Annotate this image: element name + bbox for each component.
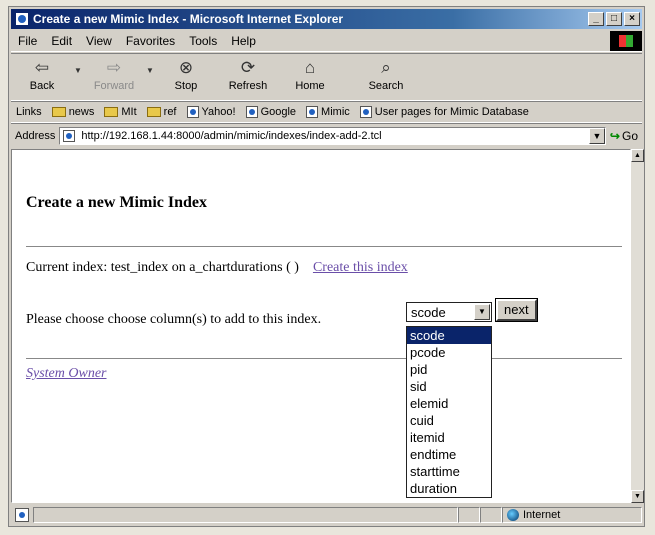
stop-icon: ⊗ bbox=[178, 58, 194, 77]
link-ref[interactable]: ref bbox=[142, 106, 182, 118]
column-option[interactable]: cuid bbox=[407, 412, 491, 429]
menu-bar: File Edit View Favorites Tools Help bbox=[11, 31, 642, 52]
address-url[interactable]: http://192.168.1.44:8000/admin/mimic/ind… bbox=[78, 130, 589, 142]
next-button[interactable]: next bbox=[495, 298, 538, 322]
current-index-line: Current index: test_index on a_chartdura… bbox=[26, 260, 408, 276]
page-icon bbox=[359, 106, 372, 118]
back-arrow-icon: ⇦ bbox=[34, 58, 50, 77]
back-dropdown-icon[interactable]: ▼ bbox=[73, 66, 83, 75]
menu-edit[interactable]: Edit bbox=[44, 34, 79, 48]
link-yahoo[interactable]: Yahoo! bbox=[182, 106, 241, 118]
column-option[interactable]: endtime bbox=[407, 446, 491, 463]
page-title: Create a new Mimic Index bbox=[26, 194, 207, 211]
back-button[interactable]: ⇦ Back bbox=[11, 54, 73, 98]
maximize-button[interactable]: □ bbox=[606, 12, 622, 26]
page-icon bbox=[306, 106, 319, 118]
page-icon bbox=[245, 106, 258, 118]
folder-icon bbox=[146, 107, 161, 117]
menu-file[interactable]: File bbox=[11, 34, 44, 48]
globe-icon bbox=[507, 509, 519, 521]
address-input[interactable]: http://192.168.1.44:8000/admin/mimic/ind… bbox=[59, 127, 606, 145]
column-option[interactable]: pid bbox=[407, 361, 491, 378]
link-google[interactable]: Google bbox=[241, 106, 301, 118]
home-icon: ⌂ bbox=[304, 58, 316, 77]
scroll-down-icon[interactable]: ▼ bbox=[631, 490, 644, 503]
column-option[interactable]: scode bbox=[407, 327, 491, 344]
column-option[interactable]: elemid bbox=[407, 395, 491, 412]
column-option[interactable]: duration bbox=[407, 480, 491, 497]
status-panel bbox=[458, 507, 480, 523]
links-bar: Links news MIt ref Yahoo! Google Mimic U… bbox=[11, 101, 642, 123]
page-status-icon bbox=[15, 508, 29, 522]
link-mit[interactable]: MIt bbox=[99, 106, 141, 118]
column-option[interactable]: pcode bbox=[407, 344, 491, 361]
security-zone: Internet bbox=[502, 507, 642, 523]
links-label: Links bbox=[16, 106, 42, 118]
home-button[interactable]: ⌂ Home bbox=[279, 54, 341, 98]
page-icon bbox=[186, 106, 199, 118]
menu-favorites[interactable]: Favorites bbox=[119, 34, 182, 48]
folder-icon bbox=[104, 107, 119, 117]
close-button[interactable]: × bbox=[624, 12, 640, 26]
folder-icon bbox=[51, 107, 66, 117]
link-news[interactable]: news bbox=[47, 106, 100, 118]
refresh-icon: ⟳ bbox=[240, 58, 256, 77]
scroll-up-icon[interactable]: ▲ bbox=[631, 149, 644, 162]
create-index-link[interactable]: Create this index bbox=[313, 260, 408, 275]
address-bar: Address http://192.168.1.44:8000/admin/m… bbox=[11, 123, 642, 148]
menu-view[interactable]: View bbox=[79, 34, 119, 48]
current-index-text: Current index: test_index on a_chartdura… bbox=[26, 260, 299, 275]
refresh-button[interactable]: ⟳ Refresh bbox=[217, 54, 279, 98]
nav-toolbar: ⇦ Back ▼ ⇨ Forward ▼ ⊗ Stop ⟳ Refresh ⌂ … bbox=[11, 53, 642, 101]
minimize-button[interactable]: _ bbox=[588, 12, 604, 26]
go-button[interactable]: ↪ Go bbox=[606, 129, 642, 143]
search-button[interactable]: ⌕ Search bbox=[341, 54, 431, 98]
windows-logo-icon bbox=[610, 31, 642, 51]
page-icon bbox=[63, 130, 76, 142]
column-option[interactable]: starttime bbox=[407, 463, 491, 480]
browser-window: Create a new Mimic Index - Microsoft Int… bbox=[8, 6, 645, 527]
window-title: Create a new Mimic Index - Microsoft Int… bbox=[33, 12, 344, 26]
stop-button[interactable]: ⊗ Stop bbox=[155, 54, 217, 98]
menu-help[interactable]: Help bbox=[224, 34, 263, 48]
divider bbox=[26, 358, 622, 359]
forward-dropdown-icon[interactable]: ▼ bbox=[145, 66, 155, 75]
divider bbox=[26, 246, 622, 247]
menu-tools[interactable]: Tools bbox=[182, 34, 224, 48]
link-mimic[interactable]: Mimic bbox=[301, 106, 355, 118]
address-label: Address bbox=[15, 130, 56, 142]
title-bar[interactable]: Create a new Mimic Index - Microsoft Int… bbox=[11, 9, 642, 29]
go-arrow-icon: ↪ bbox=[609, 129, 620, 143]
column-option[interactable]: itemid bbox=[407, 429, 491, 446]
column-select-value: scode bbox=[411, 304, 446, 320]
page-content: Create a new Mimic Index Current index: … bbox=[11, 149, 631, 503]
forward-button[interactable]: ⇨ Forward bbox=[83, 54, 145, 98]
forward-arrow-icon: ⇨ bbox=[106, 58, 122, 77]
choose-prompt: Please choose choose column(s) to add to… bbox=[26, 312, 322, 327]
address-dropdown-icon[interactable]: ▼ bbox=[588, 128, 605, 144]
column-select[interactable]: scode ▼ bbox=[406, 302, 492, 322]
link-user-pages[interactable]: User pages for Mimic Database bbox=[355, 106, 534, 118]
system-owner-link[interactable]: System Owner bbox=[26, 366, 107, 382]
vertical-scrollbar[interactable]: ▲ ▼ bbox=[631, 149, 644, 503]
chevron-down-icon[interactable]: ▼ bbox=[474, 304, 490, 320]
status-panel bbox=[33, 507, 458, 523]
ie-icon bbox=[15, 12, 29, 26]
status-bar: Internet bbox=[11, 505, 642, 525]
column-options-dropdown: scode pcode pid sid elemid cuid itemid e… bbox=[406, 326, 492, 498]
search-icon: ⌕ bbox=[381, 58, 391, 77]
column-option[interactable]: sid bbox=[407, 378, 491, 395]
status-panel bbox=[480, 507, 502, 523]
